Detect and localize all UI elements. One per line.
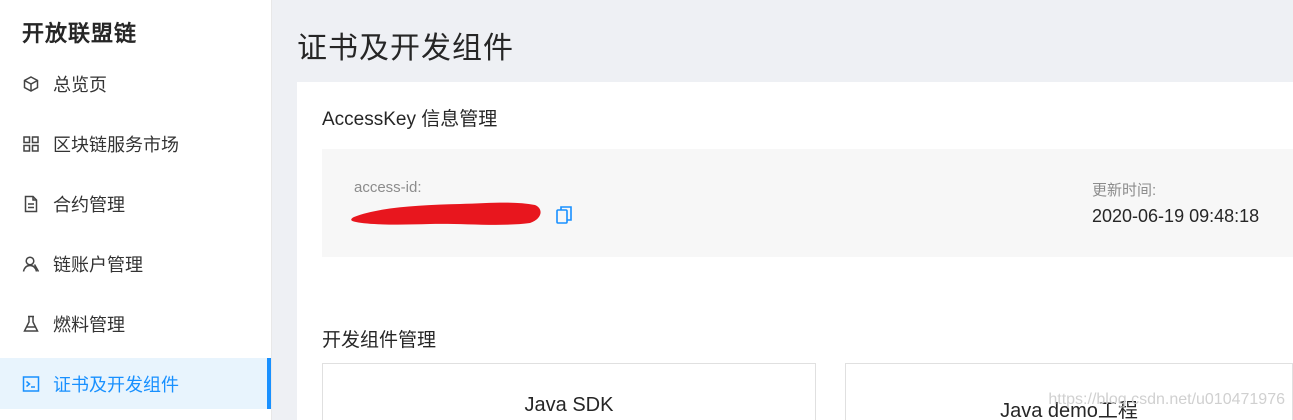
component-card-label: Java SDK: [524, 394, 614, 416]
flask-icon: [22, 315, 40, 333]
sidebar-item-label: 链账户管理: [53, 254, 143, 275]
terminal-icon: [22, 375, 40, 393]
page-title: 证书及开发组件: [297, 32, 514, 65]
cube-icon: [22, 75, 40, 93]
accesskey-panel: access-id: 更新时间: 2020-06-19 09:48:18: [322, 149, 1293, 257]
sidebar-item-accounts[interactable]: 链账户管理: [0, 238, 271, 289]
sidebar-item-label: 区块链服务市场: [53, 134, 179, 155]
updated-time-label: 更新时间:: [1092, 182, 1157, 199]
watermark: https://blog.csdn.net/u010471976: [1048, 391, 1285, 408]
sidebar-item-fuel[interactable]: 燃料管理: [0, 298, 271, 349]
sidebar-item-label: 总览页: [53, 74, 107, 95]
grid-icon: [22, 135, 40, 153]
sidebar-item-contracts[interactable]: 合约管理: [0, 178, 271, 229]
document-icon: [22, 195, 40, 213]
java-sdk-card[interactable]: Java SDK: [322, 363, 816, 420]
updated-time-value: 2020-06-19 09:48:18: [1092, 206, 1260, 226]
accesskey-section-title: AccessKey 信息管理: [322, 109, 498, 130]
components-section-title: 开发组件管理: [322, 330, 437, 351]
main-content: 证书及开发组件 AccessKey 信息管理 access-id: 更新时间: …: [272, 0, 1293, 420]
sidebar-item-label: 燃料管理: [53, 314, 125, 335]
sidebar-item-market[interactable]: 区块链服务市场: [0, 118, 271, 169]
brand-title: 开放联盟链: [22, 21, 138, 46]
sidebar-item-certificates[interactable]: 证书及开发组件: [0, 358, 271, 409]
redaction-mark: [351, 202, 541, 225]
user-icon: [22, 255, 40, 273]
sidebar-item-label: 合约管理: [53, 194, 125, 215]
access-id-label: access-id:: [354, 179, 422, 196]
content-card: AccessKey 信息管理 access-id: 更新时间: 2020-06-…: [297, 82, 1293, 420]
sidebar: 开放联盟链 总览页 区块链服务市场 合约管理 链账户管理 燃料管理 证书及开发组…: [0, 0, 272, 420]
sidebar-item-overview[interactable]: 总览页: [0, 58, 271, 109]
sidebar-item-label: 证书及开发组件: [53, 374, 179, 395]
copy-icon[interactable]: [555, 205, 573, 225]
